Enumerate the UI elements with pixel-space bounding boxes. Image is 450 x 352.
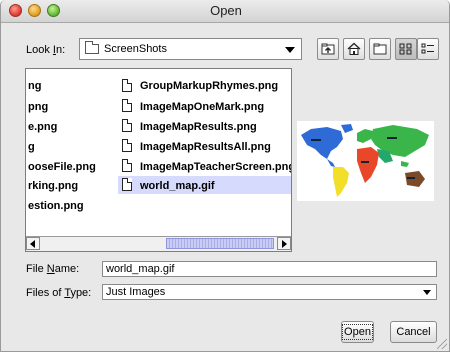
resize-grip-icon[interactable] xyxy=(437,339,447,349)
file-item[interactable]: ooseFile.png xyxy=(28,161,96,173)
file-item[interactable]: ImageMapTeacherScreen.png xyxy=(140,161,291,173)
look-in-label: Look In: xyxy=(26,44,66,56)
file-item[interactable]: rking.png xyxy=(28,180,78,192)
file-item[interactable]: estion.png xyxy=(28,200,84,212)
file-type-label: Files of Type: xyxy=(26,287,92,299)
home-icon xyxy=(347,42,361,55)
file-item[interactable]: ImageMapResultsAll.png xyxy=(140,141,271,153)
file-icon xyxy=(122,159,132,172)
details-view-button[interactable] xyxy=(417,38,439,60)
up-folder-icon xyxy=(321,43,335,55)
new-folder-icon xyxy=(373,43,387,55)
file-item[interactable]: ng xyxy=(28,80,41,92)
file-item[interactable]: e.png xyxy=(28,121,57,133)
window-title: Open xyxy=(210,3,242,18)
file-item[interactable]: GroupMarkupRhymes.png xyxy=(140,80,278,92)
up-one-level-button[interactable] xyxy=(317,38,339,60)
new-folder-button[interactable] xyxy=(369,38,391,60)
file-icon xyxy=(122,139,132,152)
image-preview xyxy=(297,121,434,201)
chevron-down-icon[interactable] xyxy=(423,290,431,295)
file-icon xyxy=(122,119,132,132)
file-item[interactable]: g xyxy=(28,141,35,153)
file-icon xyxy=(122,79,132,92)
folder-icon xyxy=(85,41,99,54)
chevron-down-icon[interactable] xyxy=(285,47,295,53)
scroll-left-icon[interactable] xyxy=(26,237,40,250)
file-item[interactable]: ImageMapOneMark.png xyxy=(140,101,264,113)
file-icon xyxy=(122,178,132,191)
look-in-combo[interactable]: ScreenShots xyxy=(79,38,302,60)
file-list[interactable]: ng png e.png g ooseFile.png rking.png es… xyxy=(25,68,292,252)
open-dialog: Open Look In: ScreenShots ng png e.png g… xyxy=(0,0,450,352)
cancel-button[interactable]: Cancel xyxy=(390,321,437,343)
details-view-icon xyxy=(421,43,434,54)
title-bar: Open xyxy=(1,0,449,23)
file-item-selected[interactable]: world_map.gif xyxy=(140,180,215,192)
file-item[interactable]: png xyxy=(28,101,48,113)
world-map-icon xyxy=(297,121,434,201)
file-type-select[interactable]: Just Images xyxy=(102,284,437,300)
file-name-field[interactable]: world_map.gif xyxy=(102,261,437,277)
scroll-thumb[interactable] xyxy=(166,238,274,249)
file-type-value: Just Images xyxy=(106,286,166,298)
list-view-button[interactable] xyxy=(395,38,417,60)
file-icon xyxy=(122,99,132,112)
file-name-label: File Name: xyxy=(26,263,80,275)
open-button-label: Open xyxy=(342,324,373,340)
horizontal-scrollbar[interactable] xyxy=(26,236,291,251)
cancel-button-label: Cancel xyxy=(396,326,431,338)
home-button[interactable] xyxy=(343,38,365,60)
open-button[interactable]: Open xyxy=(341,321,374,343)
look-in-value: ScreenShots xyxy=(104,43,167,55)
scroll-right-icon[interactable] xyxy=(277,237,291,250)
file-item[interactable]: ImageMapResults.png xyxy=(140,121,257,133)
list-view-icon xyxy=(399,43,412,55)
